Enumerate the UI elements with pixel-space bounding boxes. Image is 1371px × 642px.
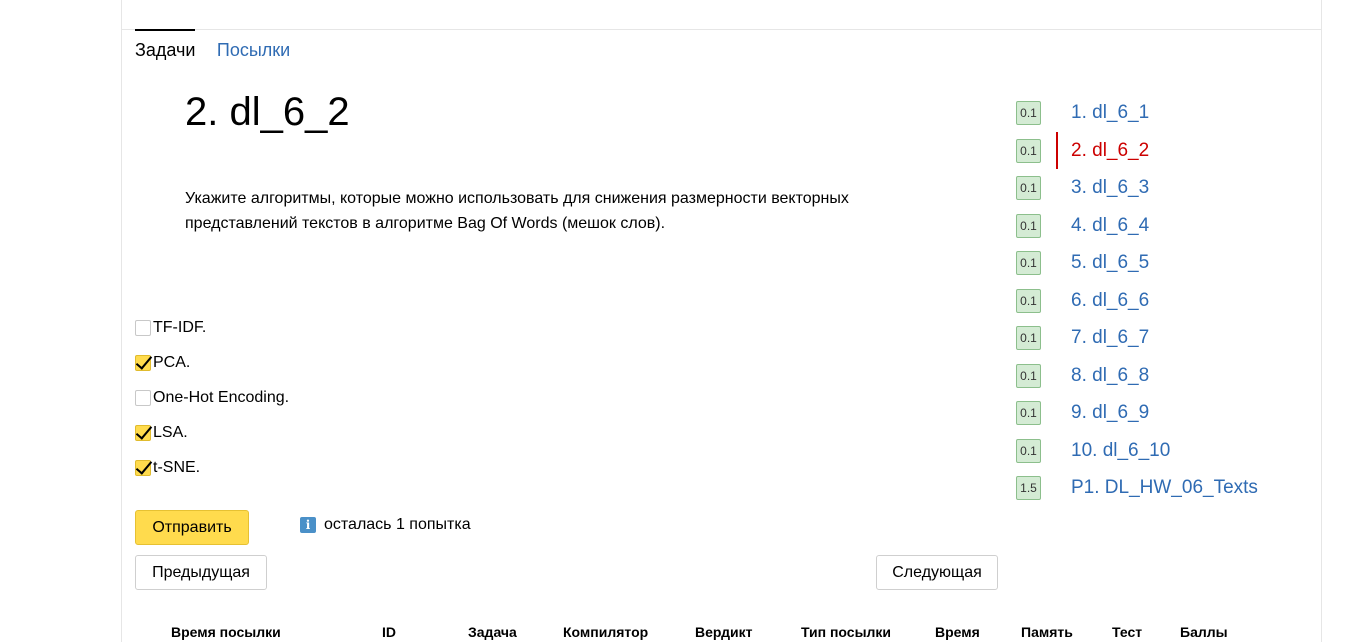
- previous-button[interactable]: Предыдущая: [135, 555, 267, 590]
- problem-link[interactable]: 4. dl_6_4: [1071, 215, 1149, 237]
- option-pca[interactable]: PCA.: [135, 345, 289, 380]
- problem-list-item-10[interactable]: 0.1 10. dl_6_10: [1016, 432, 1316, 469]
- score-badge: 0.1: [1016, 288, 1041, 313]
- problem-link[interactable]: 9. dl_6_9: [1071, 402, 1149, 424]
- attempts-remaining: i осталась 1 попытка: [300, 516, 471, 534]
- column-header: ID: [382, 624, 396, 640]
- column-header: Время: [935, 624, 980, 640]
- score-badge: 0.1: [1016, 138, 1041, 163]
- score-badge: 0.1: [1016, 213, 1041, 238]
- score-badge: 0.1: [1016, 438, 1041, 463]
- answer-options: TF-IDF. PCA. One-Hot Encoding. LSA. t-SN…: [135, 310, 289, 485]
- problem-link[interactable]: 6. dl_6_6: [1071, 290, 1149, 312]
- tab-problems[interactable]: Задачи: [135, 29, 196, 61]
- problem-list-item-6[interactable]: 0.1 6. dl_6_6: [1016, 282, 1316, 319]
- checkbox[interactable]: [135, 459, 151, 476]
- checkbox[interactable]: [135, 354, 151, 371]
- problem-statement: Укажите алгоритмы, которые можно использ…: [185, 190, 849, 232]
- column-header: Баллы: [1180, 624, 1228, 640]
- score-badge: 0.1: [1016, 400, 1041, 425]
- column-header: Время посылки: [171, 624, 281, 640]
- option-tf-idf[interactable]: TF-IDF.: [135, 310, 289, 345]
- problem-list-item-4[interactable]: 0.1 4. dl_6_4: [1016, 207, 1316, 244]
- info-icon: i: [300, 517, 316, 533]
- problem-list-item-5[interactable]: 0.1 5. dl_6_5: [1016, 244, 1316, 281]
- option-lsa[interactable]: LSA.: [135, 415, 289, 450]
- option-one-hot-encoding[interactable]: One-Hot Encoding.: [135, 380, 289, 415]
- problem-title: 2. dl_6_2: [185, 90, 350, 134]
- attempts-text: осталась 1 попытка: [324, 516, 471, 533]
- submit-button[interactable]: Отправить: [135, 510, 249, 545]
- score-badge: 0.1: [1016, 175, 1041, 200]
- problem-link[interactable]: 8. dl_6_8: [1071, 365, 1149, 387]
- option-label: PCA.: [153, 353, 191, 371]
- checkbox[interactable]: [135, 319, 151, 336]
- problem-link[interactable]: 1. dl_6_1: [1071, 102, 1149, 124]
- next-button[interactable]: Следующая: [876, 555, 998, 590]
- problem-list-item-8[interactable]: 0.1 8. dl_6_8: [1016, 357, 1316, 394]
- checkbox[interactable]: [135, 424, 151, 441]
- problem-link[interactable]: 10. dl_6_10: [1071, 440, 1170, 462]
- score-badge: 0.1: [1016, 363, 1041, 388]
- problem-link[interactable]: 3. dl_6_3: [1071, 177, 1149, 199]
- option-t-sne[interactable]: t-SNE.: [135, 450, 289, 485]
- column-header: Тип посылки: [801, 624, 892, 640]
- problem-list-item-9[interactable]: 0.1 9. dl_6_9: [1016, 394, 1316, 431]
- problem-link[interactable]: 2. dl_6_2: [1071, 140, 1149, 162]
- column-header: Компилятор: [563, 624, 649, 640]
- column-header: Память: [1021, 624, 1073, 640]
- option-label: One-Hot Encoding.: [153, 388, 290, 406]
- column-header: Тест: [1112, 624, 1143, 640]
- score-badge: 1.5: [1016, 475, 1041, 500]
- problem-list-item-p1[interactable]: 1.5 P1. DL_HW_06_Texts: [1016, 469, 1316, 506]
- column-header: Вердикт: [695, 624, 753, 640]
- problem-list-item-2[interactable]: 0.1 2. dl_6_2: [1016, 132, 1316, 169]
- option-label: LSA.: [153, 423, 188, 441]
- tab-submissions[interactable]: Посылки: [217, 30, 290, 61]
- option-label: t-SNE.: [153, 458, 201, 476]
- problem-link[interactable]: 5. dl_6_5: [1071, 252, 1149, 274]
- column-header: Задача: [468, 624, 517, 640]
- score-badge: 0.1: [1016, 325, 1041, 350]
- problem-list-item-1[interactable]: 0.1 1. dl_6_1: [1016, 94, 1316, 131]
- option-label: TF-IDF.: [153, 318, 207, 336]
- problem-list-item-3[interactable]: 0.1 3. dl_6_3: [1016, 169, 1316, 206]
- current-problem-marker: [1056, 132, 1058, 169]
- problem-link[interactable]: 7. dl_6_7: [1071, 327, 1149, 349]
- score-badge: 0.1: [1016, 100, 1041, 125]
- score-badge: 0.1: [1016, 250, 1041, 275]
- tabs: Задачи Посылки: [135, 29, 307, 62]
- problem-link[interactable]: P1. DL_HW_06_Texts: [1071, 477, 1258, 499]
- submissions-table-header: Время посылки ID Задача Компилятор Верди…: [135, 624, 1265, 642]
- problem-list-item-7[interactable]: 0.1 7. dl_6_7: [1016, 319, 1316, 356]
- checkbox[interactable]: [135, 389, 151, 406]
